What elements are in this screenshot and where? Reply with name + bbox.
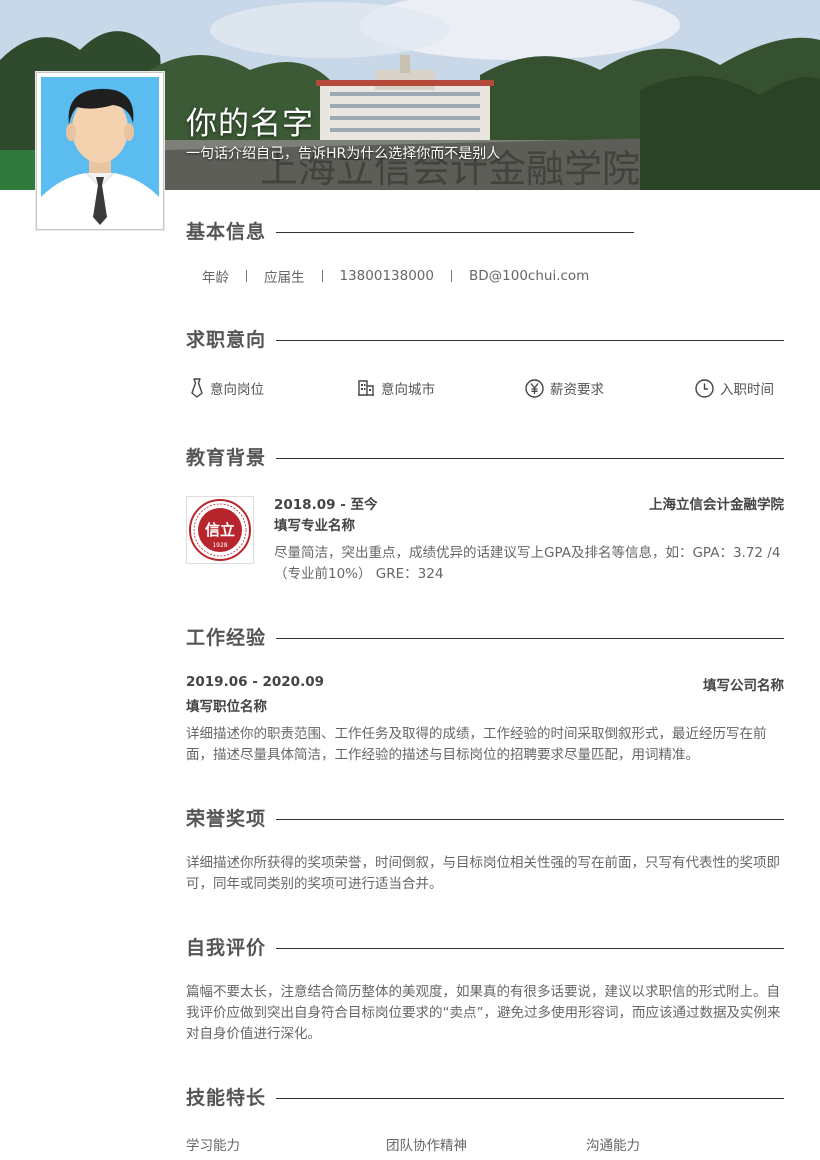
section-basic-info: 基本信息	[186, 220, 634, 246]
intent-start-label: 入职时间	[720, 382, 774, 398]
age-field: 年龄	[202, 270, 229, 286]
intent-city: 意向城市	[357, 378, 435, 398]
intent-position-label: 意向岗位	[210, 382, 264, 398]
candidate-tagline: 一句话介绍自己，告诉HR为什么选择你而不是别人	[186, 146, 501, 162]
candidate-name: 你的名字	[186, 106, 314, 142]
intent-city-label: 意向城市	[381, 382, 435, 398]
section-divider	[276, 638, 784, 639]
section-divider	[276, 232, 634, 233]
section-education: 教育背景	[186, 446, 784, 472]
section-title-work: 工作经验	[186, 626, 279, 650]
clock-icon	[695, 378, 714, 398]
yen-icon	[525, 378, 544, 398]
section-self-evaluation: 自我评价	[186, 936, 784, 962]
school-seal-icon: 信立 1928	[189, 499, 251, 561]
school-logo: 信立 1928	[186, 496, 254, 564]
separator	[450, 270, 452, 282]
email-field[interactable]: BD@100chui.com	[469, 268, 589, 284]
self-evaluation-description: 篇幅不要太长，注意结合简历整体的美观度，如果真的有很多话要说，建议以求职信的形式…	[186, 984, 781, 1042]
avatar-illustration	[41, 77, 159, 225]
section-title-honors: 荣誉奖项	[186, 807, 279, 831]
section-divider	[276, 819, 784, 820]
status-field: 应届生	[264, 270, 305, 286]
education-school: 上海立信会计金融学院	[649, 497, 784, 513]
section-divider	[276, 458, 784, 459]
honors-description: 详细描述你所获得的奖项荣誉，时间倒叙，与目标岗位相关性强的写在前面，只写有代表性…	[186, 855, 780, 892]
intent-start: 入职时间	[695, 378, 774, 398]
work-period: 2019.06 - 2020.09	[186, 674, 324, 690]
intent-salary: 薪资要求	[525, 378, 604, 398]
building-icon	[358, 380, 374, 396]
section-work: 工作经验	[186, 626, 784, 652]
section-title-self: 自我评价	[186, 936, 279, 960]
section-title-education: 教育背景	[186, 446, 279, 470]
section-title-intent: 求职意向	[186, 328, 279, 352]
tie-icon	[191, 378, 203, 398]
skill-item: 团队协作精神	[386, 1138, 467, 1154]
svg-text:信立: 信立	[205, 521, 235, 539]
section-job-intent: 求职意向	[186, 328, 784, 354]
work-description: 详细描述你的职责范围、工作任务及取得的成绩，工作经验的时间采取倒叙形式，最近经历…	[186, 726, 767, 763]
section-divider	[276, 948, 784, 949]
section-divider	[276, 340, 784, 341]
section-skills: 技能特长	[186, 1086, 784, 1112]
section-honors: 荣誉奖项	[186, 807, 784, 833]
work-company: 填写公司名称	[703, 678, 784, 694]
work-position: 填写职位名称	[186, 699, 267, 715]
separator	[321, 270, 323, 282]
section-title-basic: 基本信息	[186, 220, 279, 244]
intent-salary-label: 薪资要求	[550, 382, 604, 398]
section-title-skills: 技能特长	[186, 1086, 279, 1110]
svg-text:1928: 1928	[212, 542, 227, 549]
education-major: 填写专业名称	[274, 518, 355, 534]
skill-item: 沟通能力	[586, 1138, 640, 1154]
avatar[interactable]	[36, 72, 164, 230]
education-description: 尽量简洁，突出重点，成绩优异的话建议写上GPA及排名等信息，如：GPA：3.72…	[274, 545, 781, 582]
basic-info-row: 年龄 应届生 13800138000 BD@100chui.com	[202, 266, 589, 286]
separator	[246, 270, 247, 282]
education-period: 2018.09 - 至今	[274, 497, 378, 513]
skill-item: 学习能力	[186, 1138, 240, 1154]
intent-position: 意向岗位	[190, 378, 264, 398]
section-divider	[276, 1098, 784, 1099]
phone-field[interactable]: 13800138000	[340, 268, 434, 284]
